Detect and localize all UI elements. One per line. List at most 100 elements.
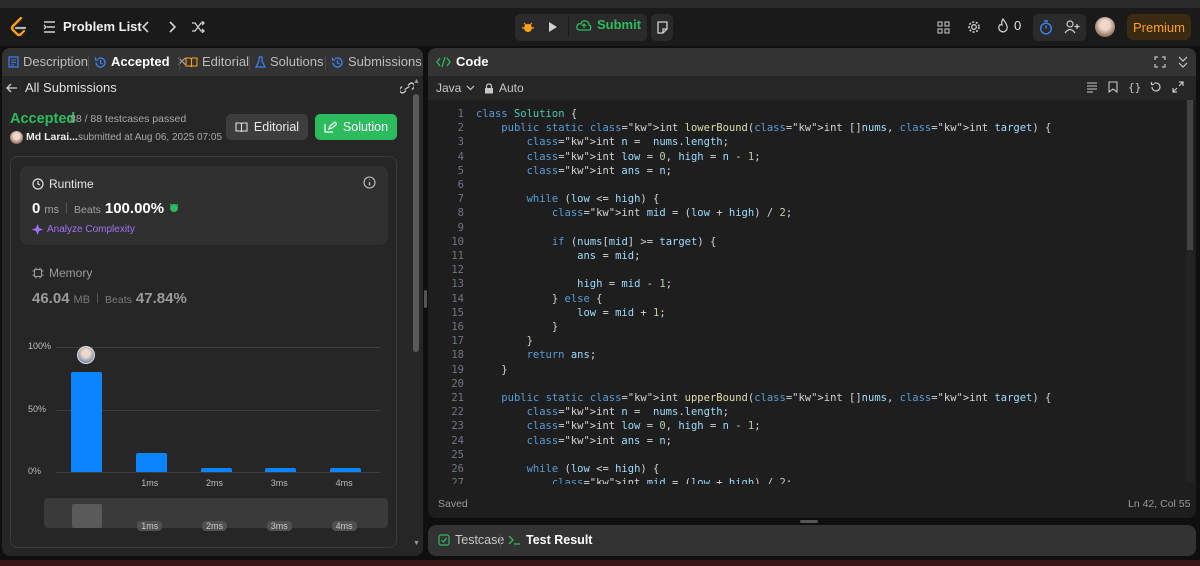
- chart-bar[interactable]: [265, 468, 297, 472]
- terminal-icon: [508, 535, 520, 545]
- premium-button[interactable]: Premium: [1127, 14, 1191, 40]
- code-line[interactable]: }: [476, 364, 507, 376]
- chart-bar[interactable]: [200, 468, 232, 472]
- chart-bar[interactable]: [135, 453, 167, 472]
- line-number: 21: [451, 392, 464, 404]
- debug-icon[interactable]: [518, 17, 538, 37]
- code-scrollbar[interactable]: [1186, 100, 1194, 482]
- settings-gear-icon[interactable]: [965, 18, 983, 36]
- code-line[interactable]: }: [476, 335, 533, 347]
- code-line[interactable]: low = mid + 1;: [476, 307, 666, 319]
- line-number: 23: [451, 420, 464, 433]
- test-result-label: Test Result: [526, 533, 593, 547]
- fire-icon: [998, 18, 1008, 33]
- language-value: Java: [436, 81, 462, 95]
- expand-icon[interactable]: [1172, 81, 1184, 93]
- tab-testcase[interactable]: Testcase: [438, 533, 504, 547]
- line-number: 10: [451, 235, 464, 248]
- window-top-strip: [0, 0, 1200, 8]
- scrollbar-thumb[interactable]: [413, 94, 419, 352]
- code-line[interactable]: while (low <= high) {: [476, 193, 660, 205]
- tab-separator: [500, 534, 501, 548]
- line-number: 4: [457, 150, 464, 163]
- reset-icon[interactable]: [1150, 81, 1162, 93]
- line-number: 7: [457, 193, 464, 206]
- streak-counter[interactable]: 0: [997, 18, 1021, 33]
- chart-bar[interactable]: [70, 372, 102, 472]
- code-tab[interactable]: Code: [436, 54, 489, 69]
- code-line[interactable]: while (low <= high) {: [476, 463, 660, 475]
- leetcode-logo-icon[interactable]: [10, 17, 28, 37]
- code-line[interactable]: } else {: [476, 293, 603, 305]
- code-scrollbar-thumb[interactable]: [1187, 100, 1193, 250]
- bookmark-icon[interactable]: [1108, 81, 1118, 93]
- run-button[interactable]: [543, 17, 563, 37]
- top-navigation-bar: Problem List Submit 0 Premium: [0, 8, 1200, 46]
- code-line[interactable]: }: [476, 321, 558, 333]
- code-line[interactable]: class="kw">int n = nums.length;: [476, 406, 729, 418]
- notes-button[interactable]: [651, 14, 673, 41]
- code-line[interactable]: class="kw">int low = 0, high = n - 1;: [476, 151, 761, 163]
- auto-mode[interactable]: Auto: [484, 81, 524, 95]
- line-number: 14: [451, 292, 464, 305]
- add-user-icon[interactable]: [1063, 18, 1081, 36]
- code-line[interactable]: class="kw">int ans = n;: [476, 165, 672, 177]
- panel-resize-handle[interactable]: [424, 290, 427, 308]
- line-number: 6: [457, 179, 464, 191]
- code-line[interactable]: class="kw">int ans = n;: [476, 435, 672, 447]
- window-bottom-strip: [0, 560, 1200, 566]
- code-icon: [436, 56, 451, 67]
- code-line[interactable]: if (nums[mid] >= target) {: [476, 236, 716, 248]
- scroll-up-icon[interactable]: ▲: [413, 78, 420, 85]
- language-select[interactable]: Java: [436, 81, 475, 95]
- maximize-icon[interactable]: [1154, 56, 1166, 68]
- line-number: 15: [451, 306, 464, 319]
- tab-test-result[interactable]: Test Result: [508, 533, 592, 547]
- format-icon[interactable]: [1086, 82, 1098, 93]
- shuffle-icon[interactable]: [189, 18, 207, 36]
- minimap-label: 4ms: [331, 521, 357, 531]
- code-line[interactable]: class="kw">int mid = (low + high) / 2;: [476, 477, 792, 484]
- problem-list-icon[interactable]: [42, 19, 56, 35]
- line-number: 27: [451, 477, 464, 484]
- line-number: 9: [457, 221, 464, 234]
- line-number: 19: [451, 363, 464, 376]
- line-number: 18: [451, 349, 464, 362]
- code-line[interactable]: return ans;: [476, 349, 597, 361]
- chart-bar[interactable]: [330, 468, 362, 472]
- line-number: 8: [457, 207, 464, 220]
- code-header: Code: [428, 48, 1196, 76]
- code-line[interactable]: class="kw">int mid = (low + high) / 2;: [476, 207, 792, 219]
- timer-icon[interactable]: [1037, 18, 1055, 36]
- code-panel: Code Java Auto {} 1 class Solution { 2 pub…: [428, 48, 1196, 518]
- your-result-avatar[interactable]: [77, 346, 96, 364]
- x-tick-label: 3ms: [270, 478, 288, 488]
- layout-icon[interactable]: [934, 18, 952, 36]
- collapse-icon[interactable]: [1178, 56, 1188, 68]
- code-line[interactable]: public static class="kw">int upperBound(…: [476, 392, 1051, 404]
- submit-button[interactable]: Submit: [576, 17, 641, 32]
- scroll-down-icon[interactable]: ▼: [413, 540, 420, 547]
- line-number: 1: [457, 108, 464, 120]
- minimap-label: 1ms: [137, 521, 163, 531]
- code-line[interactable]: class="kw">int low = 0, high = n - 1;: [476, 420, 761, 432]
- cloud-upload-icon: [576, 19, 592, 31]
- x-tick-label: 2ms: [206, 478, 224, 488]
- left-scrollbar[interactable]: ▲ ▼: [412, 78, 420, 552]
- braces-icon[interactable]: {}: [1128, 81, 1141, 94]
- code-line[interactable]: ans = mid;: [476, 250, 640, 262]
- y-tick-label: 100%: [28, 341, 52, 351]
- code-editor[interactable]: 1 class Solution { 2 public static class="…: [432, 104, 1172, 484]
- code-title: Code: [456, 54, 489, 69]
- code-line[interactable]: class Solution {: [476, 108, 577, 120]
- line-number: 2: [457, 122, 464, 135]
- code-line[interactable]: class="kw">int n = nums.length;: [476, 136, 729, 148]
- previous-problem-icon[interactable]: [138, 18, 154, 36]
- problem-list-link[interactable]: Problem List: [63, 19, 142, 34]
- y-tick-label: 0%: [28, 466, 42, 476]
- code-line[interactable]: public static class="kw">int lowerBound(…: [476, 122, 1051, 134]
- editor-resize-handle[interactable]: [800, 520, 818, 523]
- user-avatar[interactable]: [1095, 17, 1115, 37]
- code-line[interactable]: high = mid - 1;: [476, 278, 672, 290]
- next-problem-icon[interactable]: [164, 18, 180, 36]
